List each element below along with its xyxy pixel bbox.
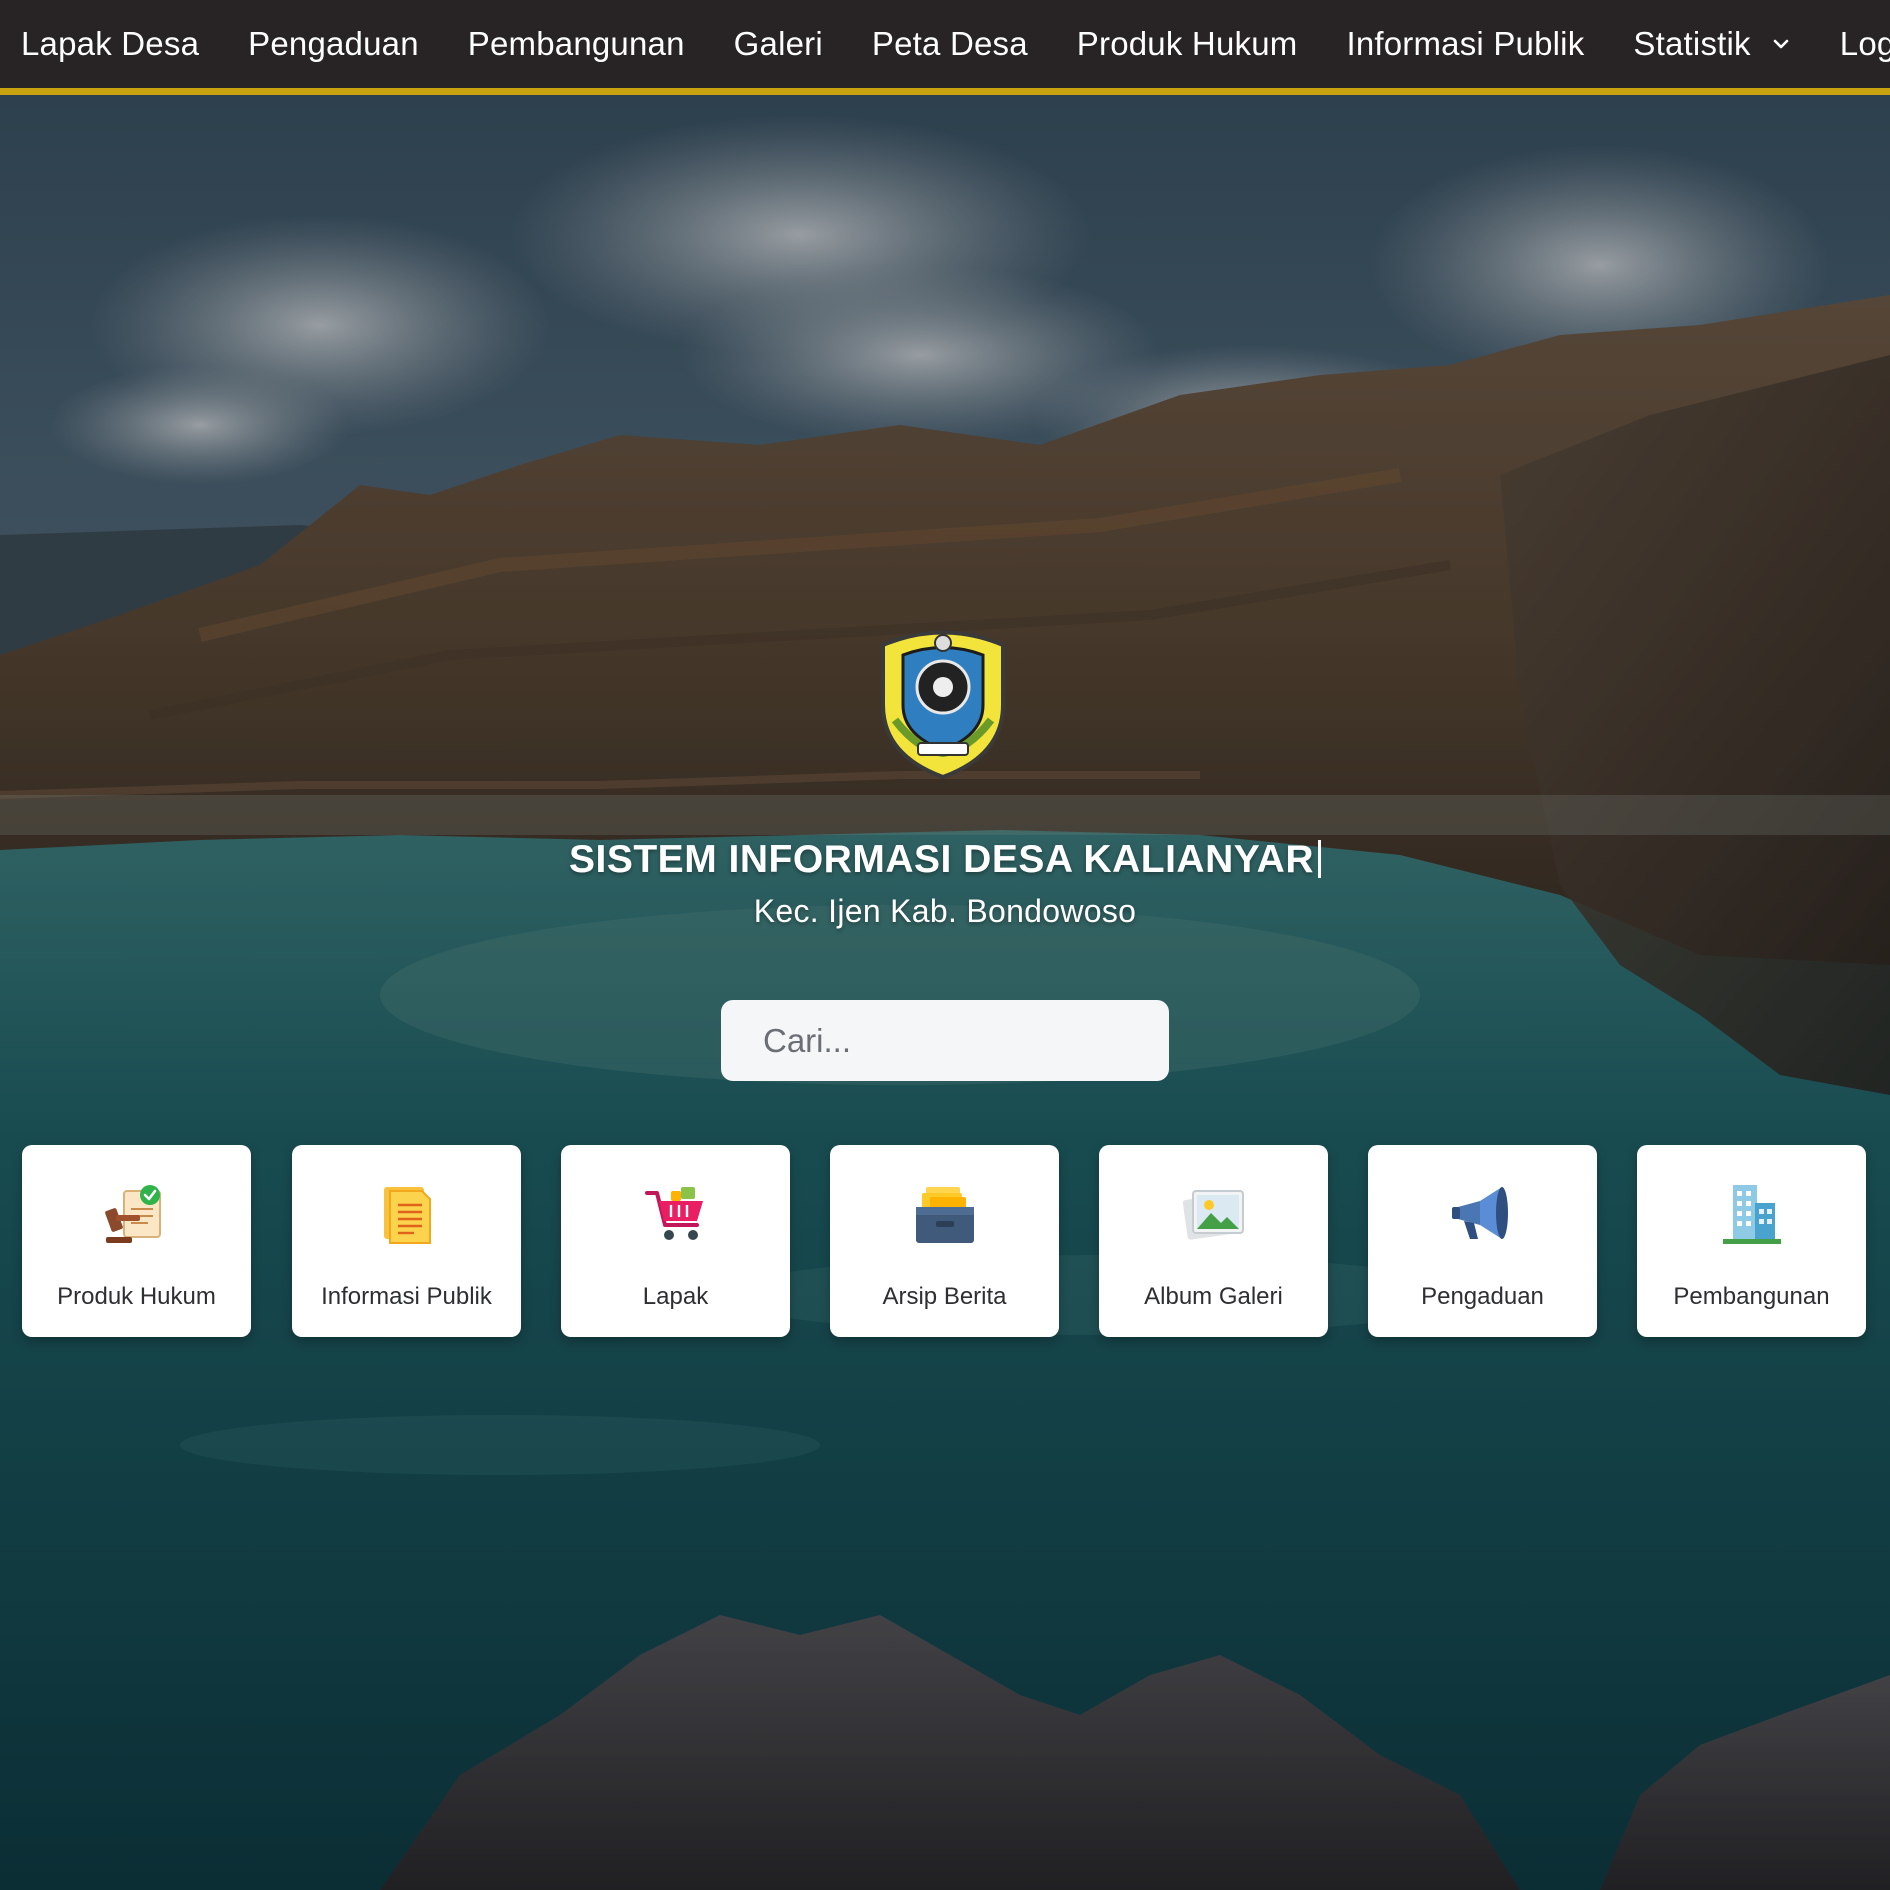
nav-item-label: Pengaduan xyxy=(248,25,419,62)
chevron-down-icon xyxy=(1773,39,1789,49)
nav-item-informasi-publik[interactable]: Informasi Publik xyxy=(1346,25,1584,63)
site-title-text: SISTEM INFORMASI DESA KALIANYAR xyxy=(569,838,1314,881)
regency-emblem-logo xyxy=(873,625,1013,780)
nav-item-login[interactable]: Log xyxy=(1840,25,1890,63)
card-label: Produk Hukum xyxy=(57,1283,216,1310)
quick-menu-card-pembangunan[interactable]: Pembangunan xyxy=(1637,1145,1866,1337)
quick-menu-card-pengaduan[interactable]: Pengaduan xyxy=(1368,1145,1597,1337)
nav-item-pengaduan[interactable]: Pengaduan xyxy=(248,25,419,63)
quick-menu-card-arsip-berita[interactable]: Arsip Berita xyxy=(830,1145,1059,1337)
typing-cursor xyxy=(1318,840,1321,878)
image-gallery-icon xyxy=(1182,1190,1244,1240)
quick-menu-card-album-galeri[interactable]: Album Galeri xyxy=(1099,1145,1328,1337)
quick-menu-card-lapak[interactable]: Lapak xyxy=(561,1145,790,1337)
nav-item-label: Lapak Desa xyxy=(21,25,200,62)
top-navbar: Lapak Desa Pengaduan Pembangunan Galeri … xyxy=(0,0,1890,95)
card-label: Lapak xyxy=(642,1283,709,1310)
quick-menu-card-produk-hukum[interactable]: Produk Hukum xyxy=(22,1145,251,1337)
nav-item-label: Informasi Publik xyxy=(1346,25,1585,62)
quick-menu: Produk Hukum Informasi Publik Lapak Arsi… xyxy=(22,1145,1890,1337)
card-label: Informasi Publik xyxy=(321,1283,492,1310)
card-label: Pembangunan xyxy=(1673,1283,1830,1310)
page: Lapak Desa Pengaduan Pembangunan Galeri … xyxy=(0,0,1890,1890)
nav-item-pembangunan[interactable]: Pembangunan xyxy=(468,25,685,63)
card-label: Album Galeri xyxy=(1144,1283,1283,1310)
nav-item-galeri[interactable]: Galeri xyxy=(734,25,823,63)
nav-item-produk-hukum[interactable]: Produk Hukum xyxy=(1077,25,1298,63)
shopping-cart-icon xyxy=(645,1187,703,1240)
hero-background-image xyxy=(0,95,1890,1890)
archive-box-icon xyxy=(916,1187,974,1243)
nav-menu: Lapak Desa Pengaduan Pembangunan Galeri … xyxy=(21,0,1890,88)
site-subtitle: Kec. Ijen Kab. Bondowoso xyxy=(753,893,1137,929)
search-box xyxy=(721,1000,1190,1081)
megaphone-icon xyxy=(1452,1187,1508,1239)
site-title: SISTEM INFORMASI DESA KALIANYAR xyxy=(0,838,1890,882)
nav-item-label: Log xyxy=(1839,25,1890,62)
nav-item-label: Produk Hukum xyxy=(1076,25,1298,62)
quick-menu-card-informasi-publik[interactable]: Informasi Publik xyxy=(292,1145,521,1337)
nav-item-label: Pembangunan xyxy=(467,25,685,62)
nav-item-peta-desa[interactable]: Peta Desa xyxy=(872,25,1028,63)
document-icon xyxy=(384,1187,431,1244)
search-input[interactable] xyxy=(761,1020,1190,1061)
nav-item-label: Statistik xyxy=(1633,25,1751,62)
nav-item-label: Peta Desa xyxy=(871,25,1028,62)
building-icon xyxy=(1723,1185,1781,1244)
gavel-document-icon xyxy=(105,1185,161,1243)
nav-item-label: Galeri xyxy=(733,25,823,62)
card-label: Arsip Berita xyxy=(882,1283,1007,1310)
card-label: Pengaduan xyxy=(1421,1283,1544,1310)
nav-item-statistik-dropdown[interactable]: Statistik xyxy=(1633,25,1790,63)
nav-item-lapak-desa[interactable]: Lapak Desa xyxy=(21,25,199,63)
